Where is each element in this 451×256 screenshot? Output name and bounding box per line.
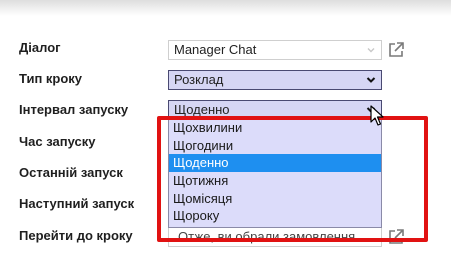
dropdown-caret-icon	[367, 48, 375, 53]
interval-value: Щоденно	[174, 102, 230, 117]
external-link-icon[interactable]	[386, 40, 406, 60]
label-last-run: Останній запуск	[19, 165, 123, 180]
chevron-down-icon	[366, 77, 376, 83]
mouse-cursor-icon	[370, 105, 384, 126]
label-go-to-step: Перейти до кроку	[19, 228, 133, 243]
top-edge	[0, 0, 451, 16]
label-run-time: Час запуску	[19, 134, 96, 149]
step-type-value: Розклад	[174, 72, 224, 87]
label-step-type: Тип кроку	[19, 71, 83, 86]
label-interval: Інтервал запуску	[19, 102, 129, 117]
highlight-box	[157, 116, 428, 242]
dialog-value: Manager Chat	[174, 42, 257, 57]
label-next-run: Наступний запуск	[19, 196, 135, 211]
label-dialog: Діалог	[19, 40, 61, 55]
dialog-select[interactable]: Manager Chat	[168, 40, 382, 60]
step-type-select[interactable]: Розклад	[168, 70, 382, 90]
